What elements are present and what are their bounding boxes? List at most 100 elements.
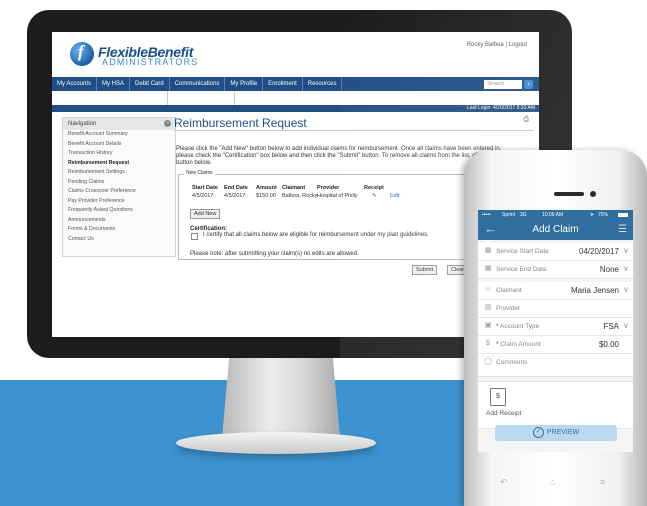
receipt-icon: $ [490,388,506,406]
phone-camera [590,191,596,197]
status-time: 10:06 AM [542,212,564,218]
sidebar-item-contact-us[interactable]: Contact Us [63,235,175,245]
chevron-down-icon: ∨ [623,246,629,255]
comment-icon: ◯ [484,358,492,365]
certification-text: I certify that all claims below are elig… [203,232,429,238]
last-login-text: Last Login: 4/20/2017 9:33 AM [467,105,535,111]
field-label-wrap: * Account Type [496,323,539,330]
submit-button[interactable]: Submit [412,265,438,275]
site-header: f FlexibleBenefit ADMINISTRATORS Rocky B… [52,32,539,77]
sidebar-item-benefit-account-summary[interactable]: Benefit Account Summary [63,130,175,140]
sidebar-title: Navigation [68,121,97,127]
status-bar: ••••• Sprint 3G 10:06 AM ➤ 75% [478,210,633,220]
add-new-button[interactable]: Add New [190,209,221,219]
field-value: None [599,265,619,274]
menu-key-icon[interactable]: ≡ [600,477,605,487]
field-label-wrap: * Claim Amount [496,341,541,348]
search-input[interactable]: Search [484,80,522,89]
app-title-bar: ← Add Claim ☰ [478,220,633,240]
battery-percent: 75% [598,212,609,218]
cell-claimant: Balboa, Rocky [282,193,318,199]
field-label: Claim Amount [500,341,541,348]
sidebar-item-reimbursement-settings[interactable]: Reimbursement Settings [63,168,175,178]
comments-field[interactable]: ◯ Comments [478,354,633,377]
field-value: $0.00 [598,340,619,349]
nav-item-my-accounts[interactable]: My Accounts [52,77,98,91]
nav-item-debit-card[interactable]: Debit Card [130,77,170,91]
wallet-icon: ▣ [484,322,492,329]
edit-link[interactable]: Edit [390,193,399,199]
home-key-icon[interactable]: ⌂ [550,477,555,487]
account-type-field[interactable]: ▣ * Account Type FSA ∨ [478,318,633,336]
claim-amount-field[interactable]: $ * Claim Amount $0.00 [478,336,633,354]
last-login-bar: Last Login: 4/20/2017 9:33 AM [52,105,539,112]
user-links: Rocky Balboa | Logout [467,42,527,48]
add-receipt-area[interactable]: $ Add Receipt [478,381,633,429]
app-title: Add Claim [532,224,579,235]
certification-checkbox[interactable] [191,233,198,240]
nav-item-communications[interactable]: Communications [170,77,226,91]
collapse-icon[interactable]: − [164,120,171,127]
search-button[interactable]: › [524,80,533,89]
phone-earpiece [554,192,584,196]
claim-details-group: ☺ Claimant Maria Jensen ∨ ▤ Provider ▣ *… [478,282,633,377]
field-label: Comments [496,359,528,366]
back-key-icon[interactable]: ↶ [500,477,508,488]
instructions-text: Please click the "Add New" button below … [176,146,515,166]
col-end-date: End Date [224,185,248,191]
sidebar-item-claims-crossover[interactable]: Claims Crossover Preference [63,187,175,197]
service-start-date-field[interactable]: ▦ Service Start Date 04/20/2017 ∨ [478,243,633,261]
nav-item-my-hsa[interactable]: My HSA [97,77,131,91]
sidebar-item-pending-claims[interactable]: Pending Claims [63,178,175,188]
sub-nav-divider [167,91,168,105]
add-receipt-label: Add Receipt [486,410,522,417]
sidebar-item-announcements[interactable]: Announcements [63,216,175,226]
cell-provider: Hospital of Philly [317,193,358,199]
nav-item-enrollment[interactable]: Enrollment [263,77,303,91]
battery-icon [618,213,628,217]
field-label: Account Type [499,323,540,330]
field-value: FSA [603,322,619,331]
monitor-stand [222,358,340,438]
print-icon[interactable]: ⎙ [523,116,529,124]
network-type: 3G [520,212,527,218]
signal-icon: ••••• [482,212,491,218]
user-name-link[interactable]: Rocky Balboa [467,42,504,48]
sidebar-item-faq[interactable]: Frequently Asked Questions [63,206,175,216]
nav-item-my-profile[interactable]: My Profile [225,77,264,91]
claimant-field[interactable]: ☺ Claimant Maria Jensen ∨ [478,282,633,300]
field-value: 04/20/2017 [578,247,619,256]
sidebar-item-pay-provider[interactable]: Pay Provider Preference [63,197,175,207]
col-claimant: Claimant [282,185,306,191]
title-divider [174,130,534,131]
service-end-date-field[interactable]: ▦ Service End Date None ∨ [478,261,633,279]
sidebar-item-forms-documents[interactable]: Forms & Documents [63,225,175,235]
calendar-icon: ▦ [484,247,492,254]
col-receipt: Receipt [364,185,384,191]
nav-item-resources[interactable]: Resources [303,77,343,91]
check-circle-icon: ✓ [532,426,544,438]
phone-screen: ••••• Sprint 3G 10:06 AM ➤ 75% ← Add Cla… [478,210,633,452]
field-value: Maria Jensen [570,286,619,295]
provider-icon: ▤ [484,304,492,311]
provider-field[interactable]: ▤ Provider [478,300,633,318]
logout-link[interactable]: Logout [509,42,527,48]
menu-icon[interactable]: ☰ [618,224,627,235]
person-icon: ☺ [484,286,492,293]
sidebar-item-reimbursement-request[interactable]: Reimbursement Request [63,159,175,169]
field-label: Provider [496,305,521,312]
preview-button[interactable]: ✓ PREVIEW [495,425,617,441]
col-provider: Provider [317,185,340,191]
chevron-down-icon: ∨ [623,264,629,273]
carrier-name: Sprint [502,212,516,218]
receipt-icon[interactable]: ✎ [372,193,377,199]
sidebar-item-benefit-account-details[interactable]: Benefit Account Details [63,140,175,150]
dollar-icon: $ [486,340,490,347]
main-nav: My Accounts My HSA Debit Card Communicat… [52,77,539,91]
preview-label: PREVIEW [546,429,580,436]
submit-note: Please note: after submitting your claim… [190,251,359,257]
logo-subtitle: ADMINISTRATORS [102,57,199,67]
sidebar-item-transaction-history[interactable]: Transaction History [63,149,175,159]
page-title: Reimbursement Request [174,116,307,130]
col-start-date: Start Date [192,185,218,191]
